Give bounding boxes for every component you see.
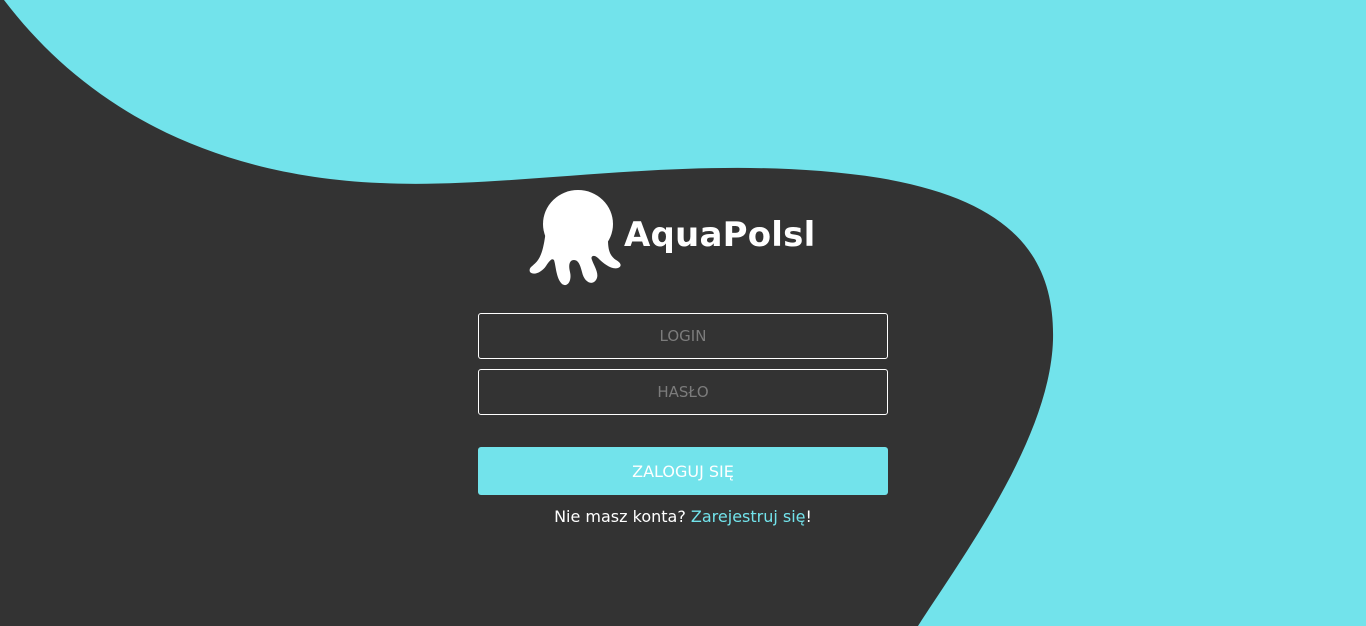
login-field[interactable] — [478, 313, 888, 359]
password-field[interactable] — [478, 369, 888, 415]
register-prompt: Nie masz konta? Zarejestruj się! — [478, 507, 888, 526]
login-button[interactable]: ZALOGUJ SIĘ — [478, 447, 888, 495]
brand-logo: AquaPolsl — [528, 188, 815, 288]
brand-name: AquaPolsl — [624, 215, 816, 255]
register-link[interactable]: Zarejestruj się — [691, 507, 806, 526]
register-prompt-suffix: ! — [805, 507, 812, 526]
octopus-icon — [528, 188, 624, 288]
register-prompt-text: Nie masz konta? — [554, 507, 686, 526]
login-page: AquaPolsl ZALOGUJ SIĘ Nie masz konta? Za… — [0, 0, 1366, 626]
